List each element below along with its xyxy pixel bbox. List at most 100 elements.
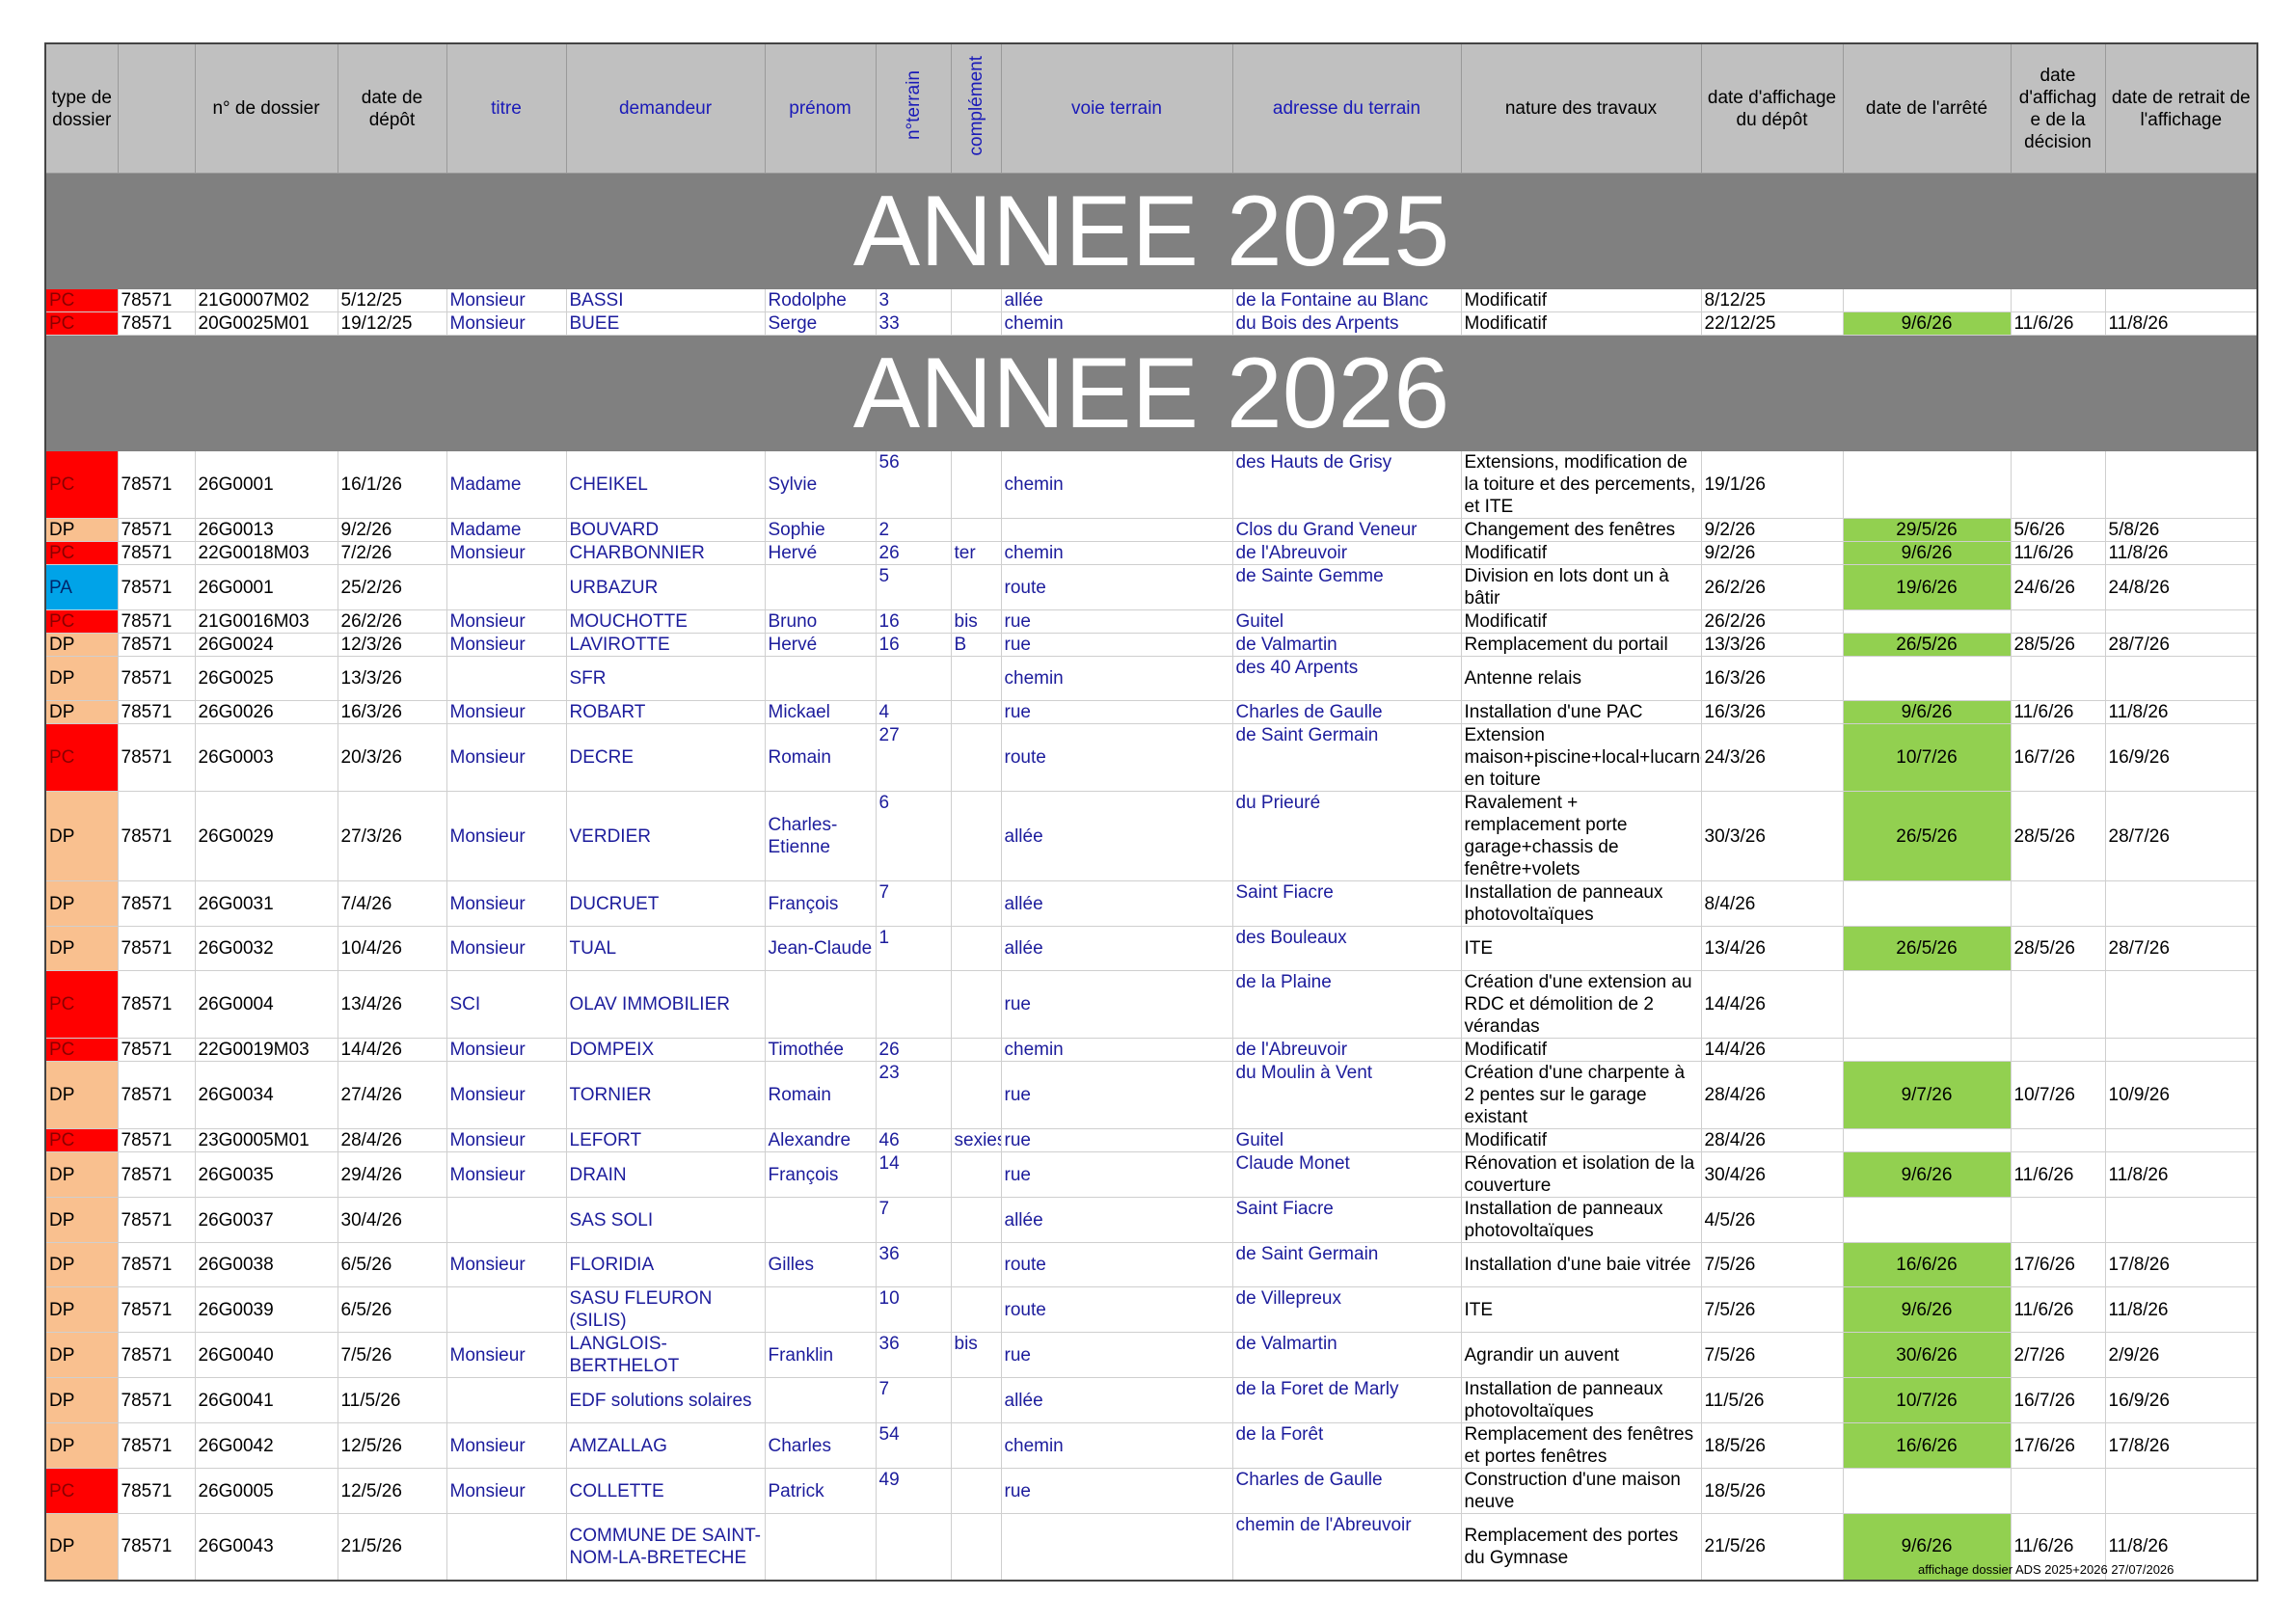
cell-code-commune: 78571	[117, 609, 196, 634]
cell-date-affichage-depot: 22/12/25	[1700, 311, 1844, 336]
cell-date-arrete	[1842, 609, 2012, 634]
cell-date-retrait-affichage	[2104, 288, 2258, 312]
cell-numero-terrain: 46	[875, 1128, 952, 1152]
cell-date-affichage-depot: 18/5/26	[1700, 1422, 1844, 1469]
header-adresse-terrain: adresse du terrain	[1231, 42, 1462, 174]
cell-adresse-terrain: du Moulin à Vent	[1231, 1061, 1462, 1129]
cell-date-retrait-affichage	[2104, 1038, 2258, 1062]
header-nature-travaux: nature des travaux	[1460, 42, 1702, 174]
cell-code-commune: 78571	[117, 791, 196, 881]
table-row: PC 78571 21G0016M03 26/2/26 Monsieur MOUCHOTT…	[44, 609, 2258, 634]
header-label: date d'affichage du dépôt	[1707, 87, 1837, 130]
cell-date-retrait-affichage	[2104, 1468, 2258, 1514]
cell-date-depot: 27/3/26	[337, 791, 447, 881]
cell-date-affichage-decision: 11/6/26	[2010, 1286, 2106, 1333]
cell-numero-terrain	[875, 656, 952, 701]
cell-date-affichage-decision: 16/7/26	[2010, 1377, 2106, 1423]
cell-nature-travaux: Rénovation et isolation de la couverture	[1460, 1151, 1702, 1198]
cell-code-commune: 78571	[117, 1242, 196, 1287]
cell-nature-travaux: Modificatif	[1460, 1128, 1702, 1152]
cell-voie-terrain: allée	[1000, 880, 1233, 927]
cell-numero-terrain: 4	[875, 700, 952, 724]
cell-demandeur: BUEE	[565, 311, 766, 336]
cell-complement	[950, 450, 1002, 519]
cell-demandeur: LEFORT	[565, 1128, 766, 1152]
cell-voie-terrain: rue	[1000, 1061, 1233, 1129]
cell-numero-terrain: 14	[875, 1151, 952, 1198]
cell-type-de-dossier: PC	[44, 609, 119, 634]
cell-numero-terrain: 16	[875, 633, 952, 657]
cell-code-commune: 78571	[117, 564, 196, 610]
cell-date-affichage-depot: 13/4/26	[1700, 926, 1844, 971]
cell-type-de-dossier: DP	[44, 1151, 119, 1198]
cell-complement	[950, 926, 1002, 971]
cell-date-affichage-decision	[2010, 970, 2106, 1039]
cell-titre	[446, 1197, 567, 1243]
cell-voie-terrain: chemin	[1000, 311, 1233, 336]
cell-titre	[446, 1513, 567, 1581]
cell-code-commune: 78571	[117, 1286, 196, 1333]
cell-voie-terrain: rue	[1000, 700, 1233, 724]
cell-date-affichage-decision	[2010, 450, 2106, 519]
cell-nature-travaux: Construction d'une maison neuve	[1460, 1468, 1702, 1514]
cell-adresse-terrain: du Prieuré	[1231, 791, 1462, 881]
cell-numero-dossier: 26G0041	[194, 1377, 338, 1423]
cell-titre	[446, 1377, 567, 1423]
cell-date-depot: 16/1/26	[337, 450, 447, 519]
cell-numero-terrain: 10	[875, 1286, 952, 1333]
cell-titre	[446, 656, 567, 701]
cell-numero-dossier: 26G0043	[194, 1513, 338, 1581]
cell-demandeur: DRAIN	[565, 1151, 766, 1198]
table-row: PC 78571 21G0007M02 5/12/25 Monsieur BASSI Rod…	[44, 288, 2258, 312]
cell-titre: Monsieur	[446, 791, 567, 881]
year-title: ANNEE 2025	[44, 173, 2258, 289]
cell-adresse-terrain: de la Plaine	[1231, 970, 1462, 1039]
table-row: PA 78571 26G0001 25/2/26 URBAZUR 5 route de Sai…	[44, 564, 2258, 610]
cell-date-retrait-affichage: 28/7/26	[2104, 633, 2258, 657]
cell-date-affichage-depot: 8/12/25	[1700, 288, 1844, 312]
cell-code-commune: 78571	[117, 926, 196, 971]
cell-adresse-terrain: de Saint Germain	[1231, 1242, 1462, 1287]
cell-type-de-dossier: DP	[44, 1513, 119, 1581]
cell-demandeur: EDF solutions solaires	[565, 1377, 766, 1423]
table-row: PC 78571 26G0005 12/5/26 Monsieur COLLETTE Pat…	[44, 1468, 2258, 1514]
table-row: PC 78571 20G0025M01 19/12/25 Monsieur BUEE Ser…	[44, 311, 2258, 336]
cell-prenom: Gilles	[764, 1242, 877, 1287]
header-label: adresse du terrain	[1272, 98, 1421, 119]
cell-date-arrete	[1842, 880, 2012, 927]
cell-complement	[950, 970, 1002, 1039]
cell-demandeur: TORNIER	[565, 1061, 766, 1129]
cell-date-retrait-affichage	[2104, 1128, 2258, 1152]
cell-date-affichage-depot: 13/3/26	[1700, 633, 1844, 657]
cell-titre: Monsieur	[446, 288, 567, 312]
cell-numero-dossier: 26G0003	[194, 723, 338, 792]
cell-numero-terrain: 36	[875, 1332, 952, 1378]
cell-type-de-dossier: DP	[44, 1377, 119, 1423]
cell-adresse-terrain: de l'Abreuvoir	[1231, 541, 1462, 565]
cell-date-affichage-decision: 17/6/26	[2010, 1422, 2106, 1469]
cell-numero-dossier: 20G0025M01	[194, 311, 338, 336]
cell-code-commune: 78571	[117, 518, 196, 542]
cell-titre: Monsieur	[446, 311, 567, 336]
cell-titre: Monsieur	[446, 1242, 567, 1287]
cell-date-affichage-decision: 28/5/26	[2010, 926, 2106, 971]
cell-prenom	[764, 656, 877, 701]
cell-voie-terrain	[1000, 518, 1233, 542]
cell-date-affichage-decision: 28/5/26	[2010, 633, 2106, 657]
cell-voie-terrain: allée	[1000, 791, 1233, 881]
header-label: n°terrain	[903, 70, 924, 141]
cell-numero-dossier: 26G0026	[194, 700, 338, 724]
cell-nature-travaux: Installation d'une baie vitrée	[1460, 1242, 1702, 1287]
cell-date-affichage-depot: 7/5/26	[1700, 1332, 1844, 1378]
cell-date-depot: 5/12/25	[337, 288, 447, 312]
cell-date-affichage-decision	[2010, 880, 2106, 927]
cell-complement	[950, 1197, 1002, 1243]
header-label: n° de dossier	[212, 98, 320, 119]
cell-type-de-dossier: DP	[44, 656, 119, 701]
cell-numero-dossier: 22G0019M03	[194, 1038, 338, 1062]
cell-numero-terrain: 6	[875, 791, 952, 881]
cell-date-affichage-depot: 16/3/26	[1700, 656, 1844, 701]
cell-numero-terrain: 49	[875, 1468, 952, 1514]
cell-complement	[950, 1377, 1002, 1423]
cell-type-de-dossier: PC	[44, 541, 119, 565]
